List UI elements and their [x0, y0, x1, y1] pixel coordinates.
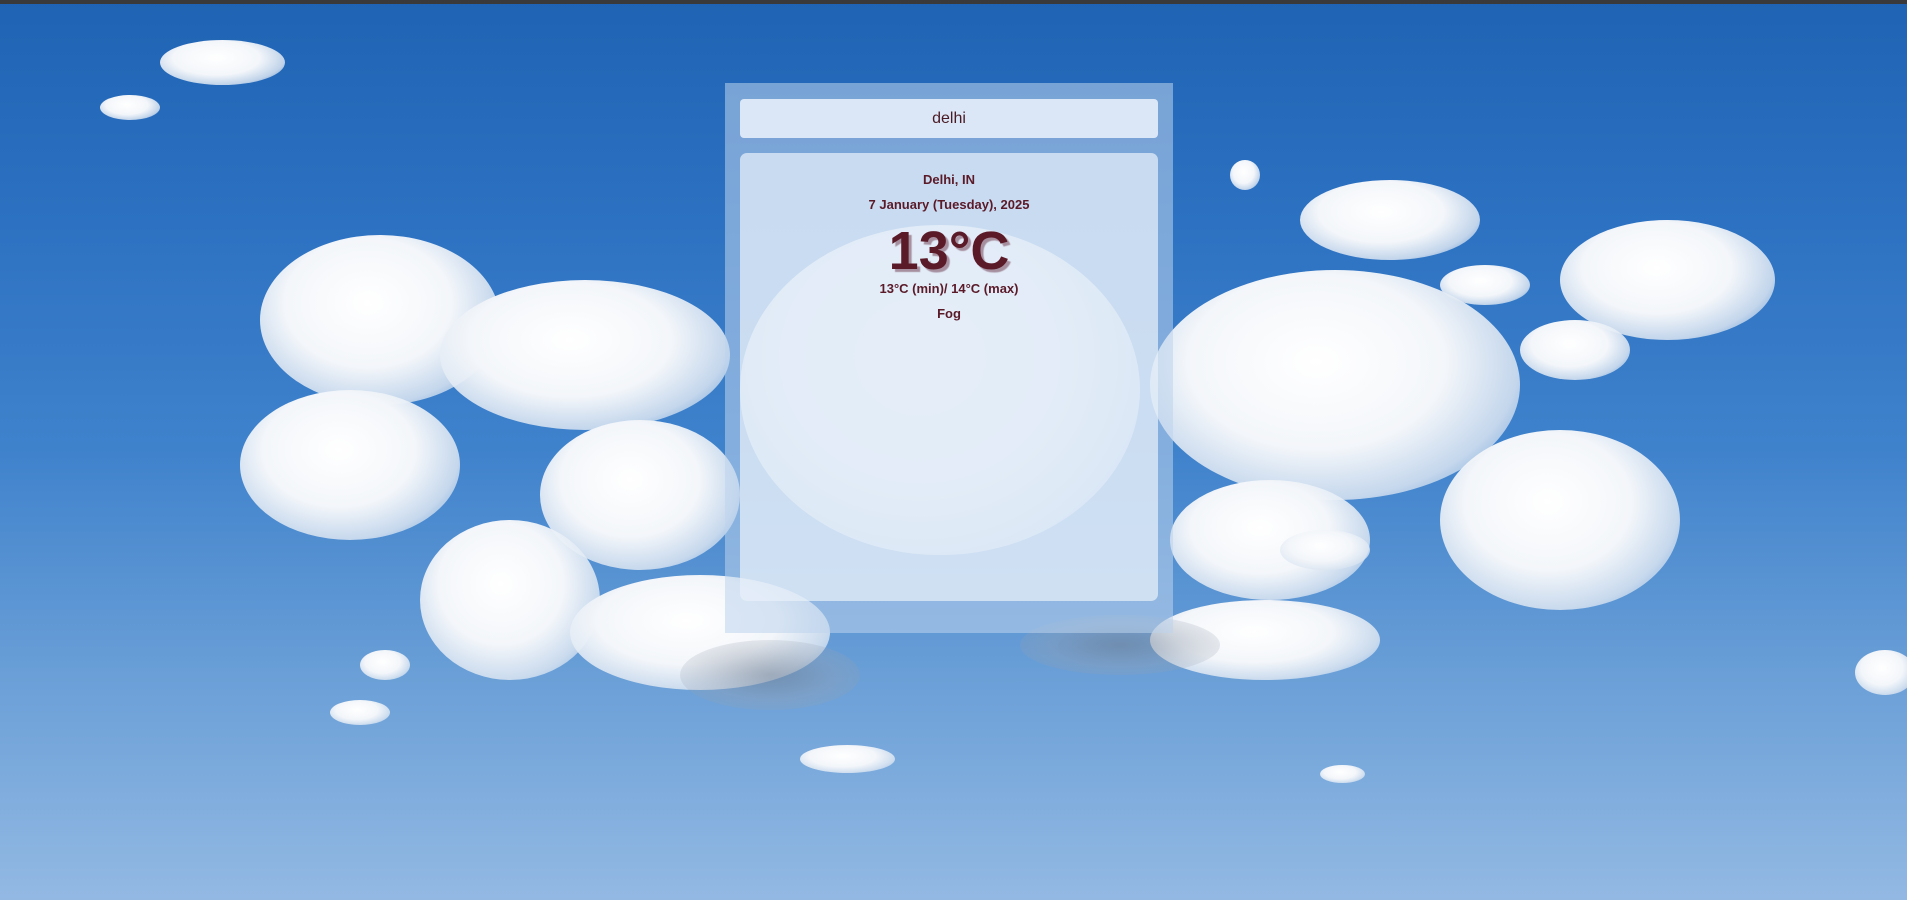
cloud-decoration [330, 700, 390, 725]
location-label: Delhi, IN [922, 172, 975, 187]
weather-card: Delhi, IN 7 January (Tuesday), 2025 13°C… [740, 153, 1158, 601]
cloud-decoration [240, 390, 460, 540]
cloud-decoration [1440, 265, 1530, 305]
city-search-input[interactable] [740, 99, 1158, 138]
cloud-decoration [1440, 430, 1680, 610]
min-max-temperature: 13°C (min)/ 14°C (max) [879, 281, 1019, 296]
cloud-decoration [100, 95, 160, 120]
cloud-decoration [1280, 530, 1370, 570]
cloud-decoration [440, 280, 730, 430]
cloud-decoration [420, 520, 600, 680]
cloud-decoration [360, 650, 410, 680]
cloud-decoration [1300, 180, 1480, 260]
cloud-decoration [1320, 765, 1365, 783]
cloud-decoration [1230, 160, 1260, 190]
weather-app-panel: Delhi, IN 7 January (Tuesday), 2025 13°C… [725, 83, 1173, 633]
date-label: 7 January (Tuesday), 2025 [868, 197, 1030, 212]
cloud-decoration [1520, 320, 1630, 380]
cloud-decoration [160, 40, 285, 85]
cloud-decoration [800, 745, 895, 773]
window-top-border [0, 0, 1907, 4]
current-temperature: 13°C [888, 221, 1010, 281]
cloud-shadow-decoration [680, 640, 860, 710]
cloud-decoration [1855, 650, 1907, 695]
weather-condition: Fog [937, 306, 961, 321]
